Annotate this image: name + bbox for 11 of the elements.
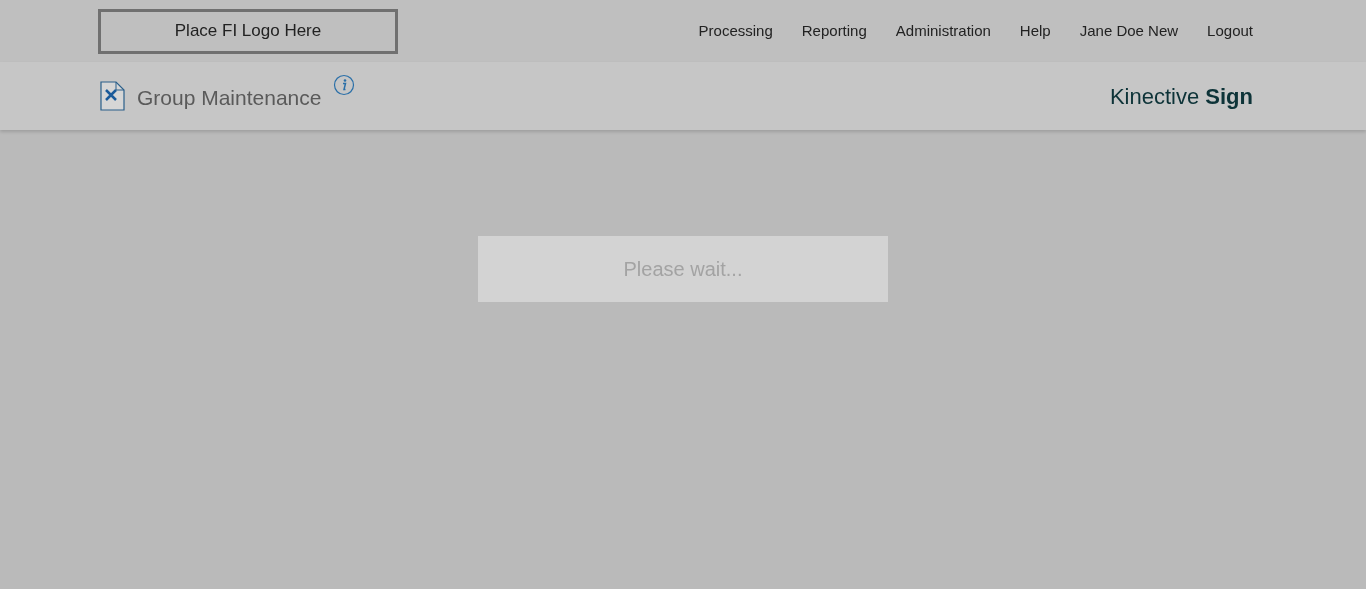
page-title: Group Maintenance (137, 85, 322, 112)
nav-link[interactable]: Help (1019, 19, 1051, 43)
nav-link[interactable]: Logout (1207, 19, 1253, 43)
nav-link[interactable]: Jane Doe New (1079, 19, 1179, 43)
info-icon[interactable] (333, 74, 356, 97)
nav-link[interactable]: Administration (895, 19, 991, 43)
brand-logo: Kinective Sign (1109, 82, 1253, 111)
document-tools-icon (100, 81, 125, 111)
nav-link[interactable]: Reporting (801, 19, 867, 43)
nav-link[interactable]: Processing (698, 19, 773, 43)
logo-banner: Place FI Logo Here (98, 8, 398, 54)
